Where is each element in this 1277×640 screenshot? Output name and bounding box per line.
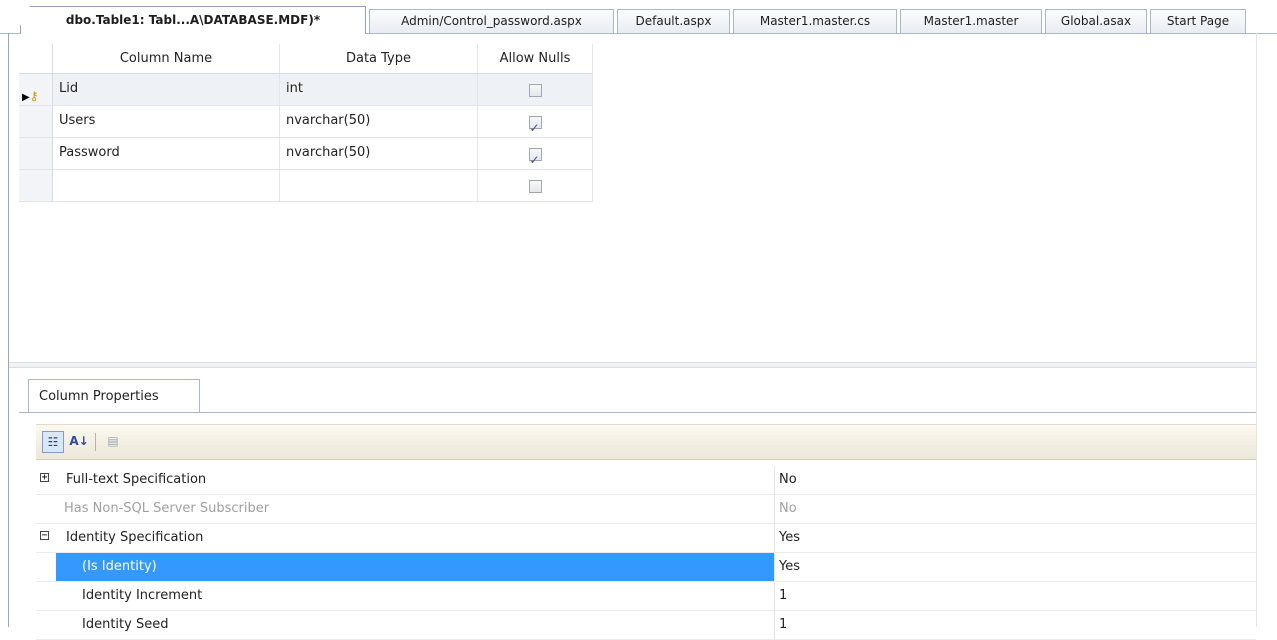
data-type-cell[interactable]: nvarchar(50) xyxy=(280,106,478,138)
properties-toolbar: ☷ A↓ ▤ xyxy=(36,424,1256,460)
property-row-identity-specification[interactable]: − Identity Specification Yes xyxy=(36,524,1256,553)
property-value[interactable]: No xyxy=(774,466,1256,494)
document-tab-strip: dbo.Table1: Tabl...A\DATABASE.MDF)* Admi… xyxy=(0,0,1277,34)
property-row-identity-seed[interactable]: Identity Seed 1 xyxy=(36,611,1256,640)
tab-start-page[interactable]: Start Page xyxy=(1150,9,1246,33)
tab-column-properties[interactable]: Column Properties xyxy=(28,379,200,412)
expand-icon[interactable]: + xyxy=(40,473,49,483)
header-column-name[interactable]: Column Name xyxy=(53,44,280,74)
designer-left-border xyxy=(8,33,9,627)
property-value[interactable]: Yes xyxy=(774,553,1256,581)
allow-nulls-cell xyxy=(478,138,593,175)
pane-splitter[interactable] xyxy=(9,362,1256,368)
allow-nulls-cell xyxy=(478,170,593,202)
column-name-cell[interactable] xyxy=(53,170,280,202)
allow-nulls-checkbox[interactable] xyxy=(528,113,542,143)
property-grid: + Full-text Specification No Has Non-SQL… xyxy=(36,466,1256,640)
property-margin: + xyxy=(36,466,54,494)
row-selector[interactable] xyxy=(19,106,53,138)
designer-right-border xyxy=(1256,33,1257,627)
tab-table-designer[interactable]: dbo.Table1: Tabl...A\DATABASE.MDF)* xyxy=(20,6,366,34)
header-row-selector xyxy=(19,44,53,74)
row-selector[interactable]: ▶⚷ xyxy=(19,74,53,106)
collapse-icon[interactable]: − xyxy=(40,531,49,541)
data-type-cell[interactable]: int xyxy=(280,74,478,106)
property-margin xyxy=(36,582,54,610)
data-type-cell[interactable] xyxy=(280,170,478,202)
allow-nulls-checkbox[interactable] xyxy=(528,84,542,97)
row-selector[interactable] xyxy=(19,138,53,170)
tab-control-password-aspx[interactable]: Admin/Control_password.aspx xyxy=(369,9,614,33)
tab-master1-master[interactable]: Master1.master xyxy=(900,9,1042,33)
property-name[interactable]: Identity Increment xyxy=(56,582,774,610)
column-name-cell[interactable]: Password xyxy=(53,138,280,170)
alphabetical-sort-icon[interactable]: A↓ xyxy=(68,431,90,453)
property-margin xyxy=(36,553,54,581)
header-allow-nulls[interactable]: Allow Nulls xyxy=(478,44,593,74)
column-properties-tab-border xyxy=(19,412,1256,413)
property-value[interactable]: 1 xyxy=(774,582,1256,610)
property-row-full-text-specification[interactable]: + Full-text Specification No xyxy=(36,466,1256,495)
tab-master1-master-cs[interactable]: Master1.master.cs xyxy=(733,9,897,33)
allow-nulls-cell xyxy=(478,106,593,143)
property-row-is-identity[interactable]: (Is Identity) Yes xyxy=(36,553,1256,582)
property-name[interactable]: Identity Specification xyxy=(56,524,774,552)
property-value: No xyxy=(774,495,1256,523)
tab-global-asax[interactable]: Global.asax xyxy=(1045,9,1147,33)
property-margin xyxy=(36,495,54,523)
property-margin xyxy=(36,611,54,639)
property-name[interactable]: (Is Identity) xyxy=(56,553,774,581)
property-row-has-non-sql-server-subscriber[interactable]: Has Non-SQL Server Subscriber No xyxy=(36,495,1256,524)
property-row-identity-increment[interactable]: Identity Increment 1 xyxy=(36,582,1256,611)
toolbar-separator xyxy=(95,433,96,451)
tab-default-aspx[interactable]: Default.aspx xyxy=(617,9,730,33)
column-name-cell[interactable]: Users xyxy=(53,106,280,138)
property-margin: − xyxy=(36,524,54,552)
row-selector[interactable] xyxy=(19,170,53,202)
column-name-cell[interactable]: Lid xyxy=(53,74,280,106)
property-value[interactable]: 1 xyxy=(774,611,1256,639)
property-name[interactable]: Has Non-SQL Server Subscriber xyxy=(56,495,774,523)
property-name[interactable]: Full-text Specification xyxy=(56,466,774,494)
property-name[interactable]: Identity Seed xyxy=(56,611,774,639)
data-type-cell[interactable]: nvarchar(50) xyxy=(280,138,478,170)
header-data-type[interactable]: Data Type xyxy=(280,44,478,74)
categorized-icon[interactable]: ☷ xyxy=(42,431,64,453)
allow-nulls-checkbox[interactable] xyxy=(528,145,542,175)
allow-nulls-cell xyxy=(478,74,593,106)
allow-nulls-checkbox[interactable] xyxy=(528,180,542,193)
property-pages-icon[interactable]: ▤ xyxy=(102,431,124,453)
property-value[interactable]: Yes xyxy=(774,524,1256,552)
